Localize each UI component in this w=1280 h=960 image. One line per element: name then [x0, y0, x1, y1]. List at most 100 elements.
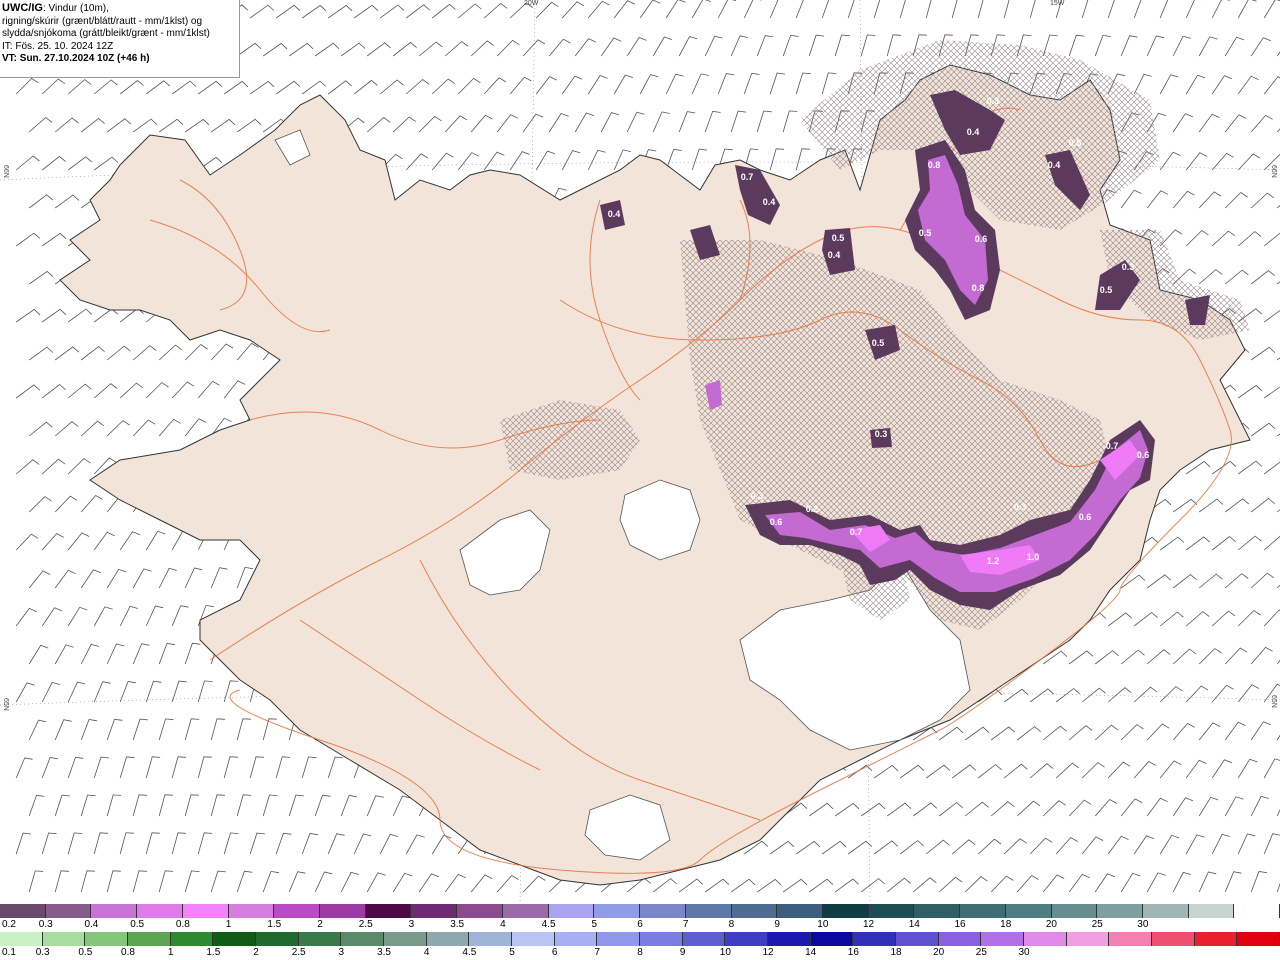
- wind-barb: [1211, 75, 1232, 95]
- wind-barb: [834, 802, 860, 817]
- wind-barb: [158, 118, 184, 133]
- wind-barb: [1250, 795, 1269, 817]
- wind-barb: [730, 110, 747, 133]
- legend-swatch: [42, 932, 86, 946]
- wind-barb: [1055, 688, 1080, 703]
- wind-barb: [236, 118, 262, 133]
- wind-barb: [1016, 800, 1041, 817]
- wind-barb: [1198, 573, 1223, 589]
- wind-barb: [1094, 798, 1117, 817]
- legend-snow-labels: 0.2 0.3 0.4 0.5 0.8 1 1.5 2 2.5 3 3.5 4 4.5 5 6 7 8 9 10 12…: [0, 919, 1280, 931]
- wind-barb: [951, 764, 977, 779]
- wind-barb: [184, 343, 208, 361]
- wind-barb: [925, 764, 951, 779]
- wind-barb: [340, 42, 366, 57]
- wind-barb: [678, 36, 698, 57]
- wind-barb: [392, 116, 417, 133]
- wind-barb: [15, 384, 41, 399]
- wind-barb: [1133, 835, 1155, 855]
- wind-barb: [561, 150, 581, 171]
- legend-swatch: [1051, 904, 1098, 918]
- legend-swatch: [170, 932, 214, 946]
- legend-swatch: [640, 904, 686, 918]
- wind-barb: [1146, 190, 1169, 209]
- precip-value-label: 0.4: [967, 127, 980, 137]
- wind-barb: [1016, 874, 1039, 893]
- wind-barb: [1263, 461, 1280, 475]
- legend-swatch: [1097, 904, 1143, 918]
- wind-barb: [28, 870, 44, 893]
- wind-barb: [704, 110, 721, 133]
- wind-barb: [405, 4, 430, 19]
- wind-barb: [899, 764, 925, 779]
- wind-barb: [977, 838, 1002, 855]
- wind-barb: [197, 756, 212, 779]
- lat-label-66n-right: 66N: [1270, 165, 1277, 178]
- wind-barb: [795, 72, 811, 95]
- wind-barb: [54, 794, 70, 817]
- legend-swatch: [1188, 904, 1235, 918]
- wind-barb: [327, 833, 345, 855]
- wind-barb: [1263, 0, 1280, 19]
- wind-barb: [587, 149, 606, 171]
- wind-barb: [1133, 73, 1152, 95]
- wind-barb: [67, 756, 84, 779]
- wind-barb: [470, 114, 493, 133]
- legend-label: 8: [637, 947, 643, 958]
- wind-barb: [1003, 0, 1010, 19]
- wind-barb: [93, 681, 111, 703]
- wind-barb: [1016, 726, 1041, 741]
- legend-swatch: [810, 932, 854, 946]
- wind-barb: [431, 152, 454, 171]
- legend-label: 1.5: [206, 947, 221, 958]
- wind-barb: [704, 35, 723, 57]
- wind-barb: [1185, 759, 1207, 779]
- wind-barb: [1120, 574, 1146, 589]
- wind-barb: [1042, 725, 1067, 741]
- wind-barb: [1250, 192, 1275, 209]
- wind-barb: [808, 34, 825, 57]
- wind-barb: [54, 870, 70, 893]
- wind-barb: [184, 718, 200, 741]
- wind-barb: [535, 1, 559, 19]
- wind-barb: [1120, 35, 1138, 57]
- wind-barb: [1250, 37, 1271, 57]
- legend-swatch: [725, 932, 769, 946]
- wind-barb: [145, 756, 161, 779]
- wind-barb: [873, 764, 899, 779]
- wind-barb: [691, 148, 708, 171]
- wind-barb: [1211, 610, 1236, 627]
- wind-barb: [288, 871, 306, 893]
- wind-barb: [769, 840, 795, 855]
- precip-value-label: 0.8: [972, 283, 985, 293]
- precip-value-label: 0.5: [872, 338, 885, 348]
- legend-label: 0.3: [35, 947, 50, 958]
- legend-swatch: [1194, 932, 1238, 946]
- wind-barb: [145, 832, 160, 855]
- wind-barb: [795, 0, 804, 19]
- wind-barb: [587, 0, 610, 19]
- wind-barb: [1185, 74, 1206, 95]
- legend-label: 30: [1018, 947, 1030, 958]
- wind-barb: [964, 876, 988, 893]
- legend-swatch: [228, 904, 275, 918]
- legend-label: 3.5: [377, 947, 391, 958]
- wind-barb: [249, 832, 265, 855]
- wind-barb: [41, 383, 66, 399]
- precip-value-label: 0.5: [1069, 138, 1082, 148]
- precip-value-label: 0.4: [608, 209, 621, 219]
- legend-label: 4.5: [462, 947, 477, 958]
- wind-barb: [1081, 687, 1106, 703]
- legend-label: 10: [817, 919, 829, 930]
- wind-barb: [210, 870, 226, 893]
- wind-barb: [275, 80, 301, 95]
- wind-barb: [1146, 872, 1166, 893]
- wind-barb: [210, 118, 236, 133]
- wind-barb: [496, 39, 520, 57]
- wind-barb: [41, 308, 67, 323]
- wind-barb: [132, 118, 158, 133]
- wind-barb: [1003, 688, 1029, 703]
- wind-barb: [600, 112, 620, 133]
- wind-barb: [1133, 0, 1142, 19]
- wind-barb: [366, 42, 391, 57]
